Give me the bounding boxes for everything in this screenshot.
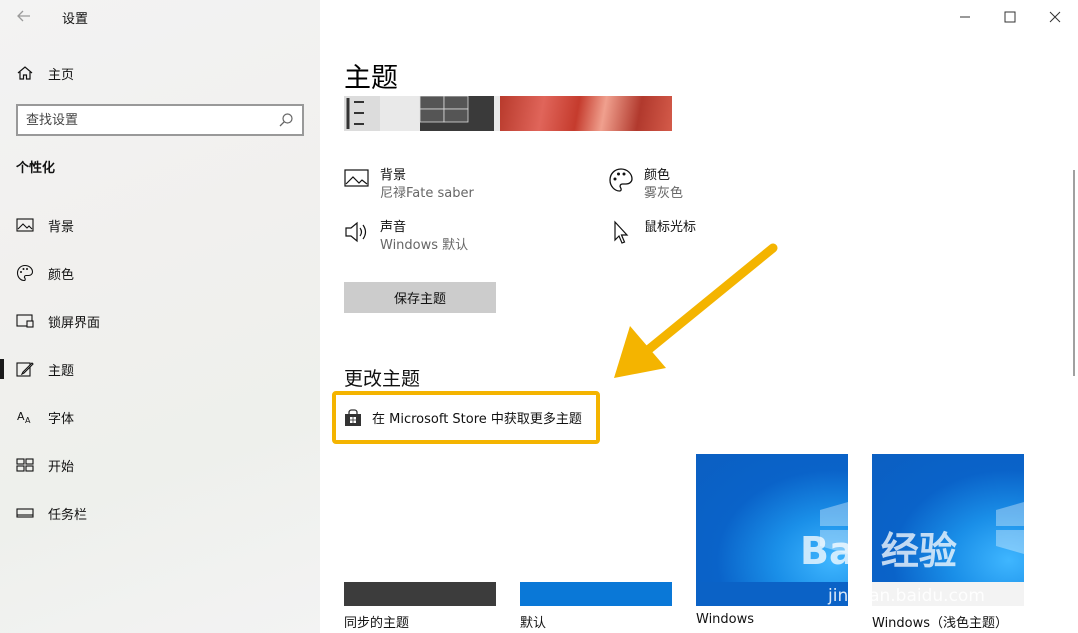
theme-color-strip xyxy=(344,582,496,606)
attr-name: 声音 xyxy=(380,220,407,235)
font-icon: AA xyxy=(16,408,34,426)
sidebar-item-label: 锁屏界面 xyxy=(48,315,101,331)
attr-sound[interactable]: 声音 Windows 默认 xyxy=(344,219,468,255)
store-bag-icon xyxy=(345,408,361,426)
sidebar-item-home[interactable]: 主页 xyxy=(0,53,320,93)
preview-wallpaper xyxy=(500,96,672,131)
sidebar-item-label: 开始 xyxy=(48,459,75,475)
theme-label: Windows（浅色主题） xyxy=(872,616,1009,631)
watermark-url: jingyan.baidu.com xyxy=(828,586,985,606)
save-theme-button[interactable]: 保存主题 xyxy=(344,282,496,313)
search-input[interactable] xyxy=(26,110,276,130)
windows-logo-icon xyxy=(996,502,1024,554)
change-theme-heading: 更改主题 xyxy=(344,368,421,390)
background-icon xyxy=(16,216,34,234)
preview-window-mockup xyxy=(344,96,500,131)
sidebar-item-label: 颜色 xyxy=(48,267,75,283)
maximize-icon xyxy=(1004,11,1016,23)
attr-value: Windows 默认 xyxy=(380,238,469,253)
theme-card-default[interactable] xyxy=(520,454,672,606)
theme-icon xyxy=(16,360,34,378)
lock-screen-icon xyxy=(16,312,34,330)
sidebar-item-lock-screen[interactable]: 锁屏界面 xyxy=(0,301,320,341)
svg-text:A: A xyxy=(25,416,31,425)
search-box[interactable] xyxy=(16,104,304,136)
store-link[interactable]: 在 Microsoft Store 中获取更多主题 xyxy=(344,408,582,427)
back-button[interactable] xyxy=(12,6,36,28)
attr-background[interactable]: 背景 尼禄Fate saber xyxy=(344,167,474,203)
app-title: 设置 xyxy=(62,12,89,27)
close-button[interactable] xyxy=(1040,6,1070,28)
sidebar-item-label: 背景 xyxy=(48,219,75,235)
sidebar-item-fonts[interactable]: AA 字体 xyxy=(0,397,320,437)
sidebar-item-start[interactable]: 开始 xyxy=(0,445,320,485)
attr-name: 颜色 xyxy=(644,168,671,183)
taskbar-icon xyxy=(16,504,34,522)
sidebar-item-themes[interactable]: 主题 xyxy=(0,349,320,389)
watermark: Bai 经验 xyxy=(800,529,957,573)
attr-name: 鼠标光标 xyxy=(644,220,697,235)
page-title: 主题 xyxy=(344,63,398,94)
section-title: 个性化 xyxy=(16,161,56,176)
maximize-button[interactable] xyxy=(995,6,1025,28)
scrollbar[interactable] xyxy=(1073,170,1075,376)
theme-color-strip xyxy=(696,582,848,606)
sidebar-item-taskbar[interactable]: 任务栏 xyxy=(0,493,320,533)
sidebar-item-label: 任务栏 xyxy=(48,507,88,523)
home-icon xyxy=(16,64,34,82)
palette-icon xyxy=(608,167,634,193)
sidebar-item-label: 主题 xyxy=(48,363,75,379)
sidebar-item-colors[interactable]: 颜色 xyxy=(0,253,320,293)
sidebar-item-background[interactable]: 背景 xyxy=(0,205,320,245)
titlebar: 设置 xyxy=(0,0,320,34)
theme-label: 默认 xyxy=(520,616,547,631)
back-arrow-icon xyxy=(17,10,30,22)
sidebar-item-label: 字体 xyxy=(48,411,75,427)
settings-sidebar: 设置 主页 个性化 背景 颜色 锁屏界面 主题 xyxy=(0,0,320,633)
attr-value: 尼禄Fate saber xyxy=(380,186,474,201)
active-indicator xyxy=(0,359,4,379)
theme-color-strip xyxy=(520,582,672,606)
store-link-label: 在 Microsoft Store 中获取更多主题 xyxy=(372,412,582,427)
theme-preview xyxy=(344,96,672,131)
speaker-icon xyxy=(344,219,370,245)
theme-label: Windows xyxy=(696,612,755,627)
minimize-button[interactable] xyxy=(950,6,980,28)
minimize-icon xyxy=(960,16,970,18)
sidebar-item-label: 主页 xyxy=(48,67,75,83)
theme-label: 同步的主题 xyxy=(344,616,410,631)
background-icon xyxy=(344,167,370,193)
theme-card-synced[interactable] xyxy=(344,454,496,606)
start-icon xyxy=(16,456,34,474)
attr-value: 雾灰色 xyxy=(644,186,684,201)
search-icon[interactable] xyxy=(278,112,294,128)
attr-color[interactable]: 颜色 雾灰色 xyxy=(608,167,683,203)
attr-name: 背景 xyxy=(380,168,407,183)
annotation-arrow-icon xyxy=(614,243,778,378)
palette-icon xyxy=(16,264,34,282)
svg-text:A: A xyxy=(17,410,25,423)
close-icon xyxy=(1049,11,1061,23)
